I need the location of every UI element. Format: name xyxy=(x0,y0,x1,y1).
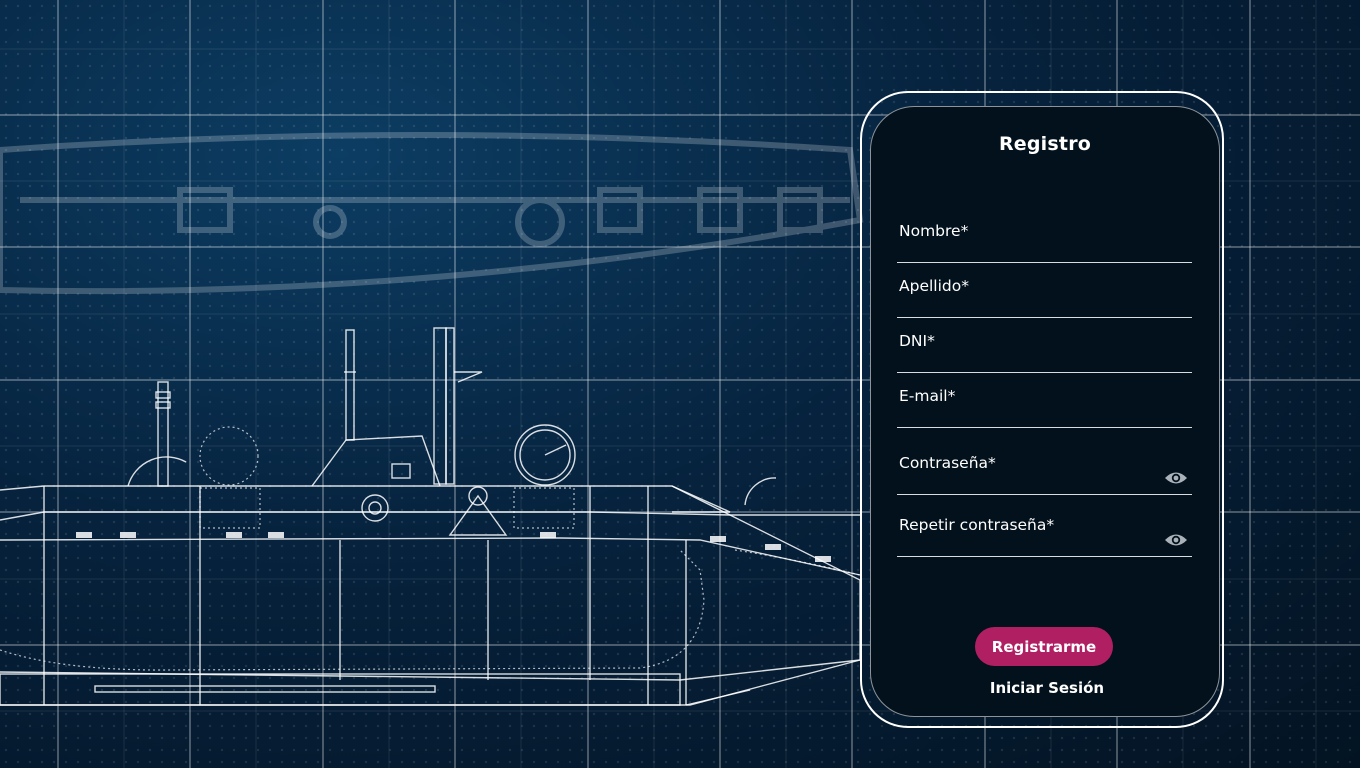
nombre-input[interactable] xyxy=(897,234,1192,262)
nombre-field[interactable]: Nombre* xyxy=(897,212,1192,263)
dni-field[interactable]: DNI* xyxy=(897,322,1192,373)
form-title: Registro xyxy=(998,133,1092,155)
register-button[interactable]: Registrarme xyxy=(975,627,1113,666)
email-field[interactable]: E-mail* xyxy=(897,377,1192,428)
dni-input[interactable] xyxy=(897,344,1192,372)
apellido-field[interactable]: Apellido* xyxy=(897,267,1192,318)
eye-icon[interactable] xyxy=(1164,532,1188,548)
email-input[interactable] xyxy=(897,399,1192,427)
apellido-input[interactable] xyxy=(897,289,1192,317)
password-input[interactable] xyxy=(897,466,1158,494)
eye-icon[interactable] xyxy=(1164,470,1188,486)
repeat-password-input[interactable] xyxy=(897,528,1158,556)
repeat-password-field[interactable]: Repetir contraseña* xyxy=(897,506,1192,557)
login-link[interactable]: Iniciar Sesión xyxy=(880,679,1214,697)
password-field[interactable]: Contraseña* xyxy=(897,444,1192,495)
